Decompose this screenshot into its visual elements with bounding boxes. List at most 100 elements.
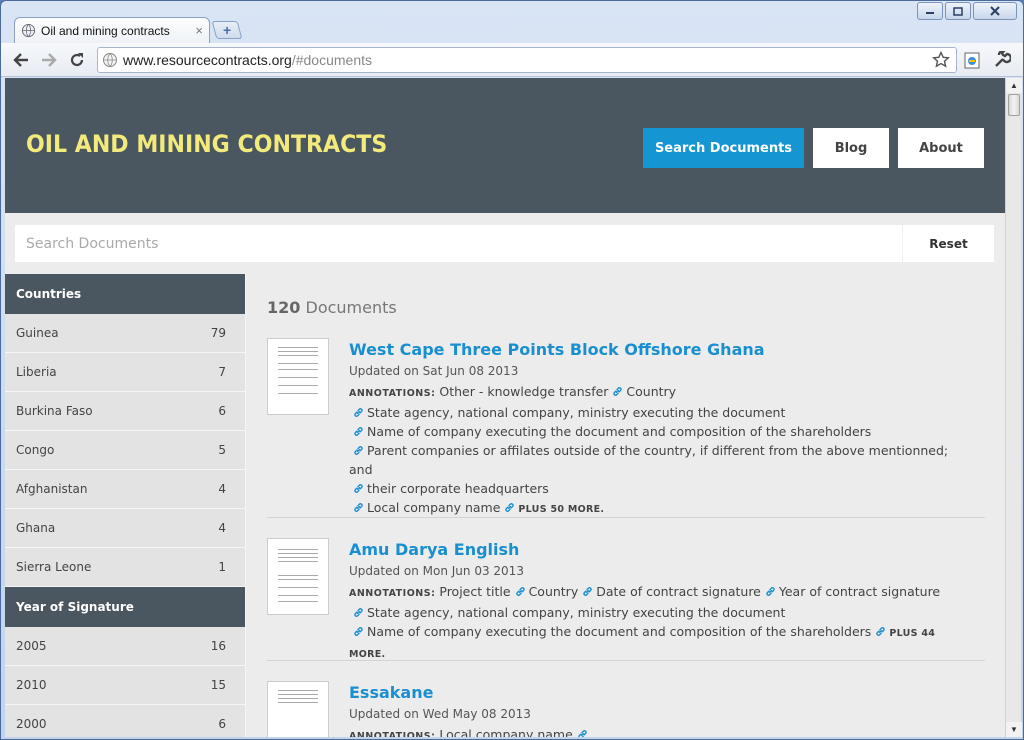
browser-tab[interactable]: Oil and mining contracts ×	[14, 17, 210, 43]
new-tab-button[interactable]: +	[211, 21, 243, 39]
scroll-down-icon[interactable]: ▼	[1006, 722, 1022, 737]
facet-count: 79	[210, 326, 226, 340]
document-count: 120 Documents	[267, 298, 397, 317]
annotation-text[interactable]: their corporate headquarters	[367, 481, 549, 496]
document-annotations: ANNOTATIONS: Local company name	[349, 725, 969, 737]
annotation-text[interactable]: Year of contract signature	[779, 584, 940, 599]
year-facet-item[interactable]: 2000 6	[5, 705, 245, 737]
facet-name: 2000	[16, 717, 47, 731]
tab-title: Oil and mining contracts	[41, 23, 170, 38]
annotation-text[interactable]: Parent companies or affilates outside of…	[349, 443, 948, 477]
wrench-icon	[995, 51, 1011, 67]
facet-count: 4	[218, 521, 226, 535]
country-facet-item[interactable]: Guinea 79	[5, 314, 245, 353]
link-icon[interactable]	[875, 626, 886, 637]
link-icon[interactable]	[353, 502, 364, 513]
annotation-text[interactable]: Name of company executing the document a…	[367, 624, 871, 639]
facet-count: 6	[218, 717, 226, 731]
document-thumbnail[interactable]	[267, 538, 329, 615]
plus-more-link[interactable]: PLUS 50 MORE.	[518, 504, 604, 515]
country-facet-item[interactable]: Afghanistan 4	[5, 470, 245, 509]
document-body: Essakane Updated on Wed May 08 2013 ANNOTA…	[349, 681, 969, 737]
link-icon[interactable]	[353, 626, 364, 637]
back-arrow-icon	[13, 53, 28, 67]
minimize-icon	[926, 12, 934, 14]
close-icon	[990, 6, 1000, 16]
annotation-text[interactable]: State agency, national company, ministry…	[367, 605, 785, 620]
title-bar: Oil and mining contracts × +	[1, 1, 1023, 43]
annotation-text[interactable]: Country	[626, 384, 676, 399]
globe-icon	[21, 23, 36, 38]
facet-sidebar: Countries Guinea 79 Liberia 7 Burkina Faso 6 C…	[5, 274, 245, 737]
facet-count: 1	[218, 560, 226, 574]
link-icon[interactable]	[353, 483, 364, 494]
link-icon[interactable]	[515, 586, 526, 597]
bookmark-star-icon[interactable]	[932, 51, 950, 69]
close-window-button[interactable]	[973, 2, 1017, 20]
document-thumbnail[interactable]	[267, 681, 329, 737]
year-facet-item[interactable]: 2005 16	[5, 627, 245, 666]
facet-count: 16	[210, 639, 226, 653]
document-count-label: Documents	[305, 298, 397, 317]
link-icon[interactable]	[353, 445, 364, 456]
address-bar[interactable]: www.resourcecontracts.org/#documents	[97, 47, 957, 73]
reload-icon	[70, 53, 84, 67]
document-title-link[interactable]: Essakane	[349, 682, 969, 704]
document-title-link[interactable]: Amu Darya English	[349, 539, 969, 561]
annotation-text[interactable]: Country	[529, 584, 579, 599]
minimize-button[interactable]	[917, 2, 943, 20]
site-title[interactable]: OIL AND MINING CONTRACTS	[26, 130, 387, 158]
link-icon[interactable]	[612, 386, 623, 397]
annotation-text[interactable]: Other - knowledge transfer	[439, 384, 608, 399]
link-icon[interactable]	[504, 502, 515, 513]
settings-button[interactable]	[991, 50, 1013, 70]
year-facet-item[interactable]: 2010 15	[5, 666, 245, 705]
link-icon[interactable]	[765, 586, 776, 597]
page-menu-button[interactable]	[961, 50, 983, 70]
annotation-text[interactable]: Project title	[439, 584, 510, 599]
reset-button[interactable]: Reset	[902, 225, 994, 262]
search-input[interactable]	[15, 225, 902, 262]
link-icon[interactable]	[353, 426, 364, 437]
annotation-text[interactable]: Local company name	[439, 727, 572, 737]
annotation-text[interactable]: Local company name	[367, 500, 500, 515]
reload-button[interactable]	[67, 50, 87, 70]
country-facet-item[interactable]: Sierra Leone 1	[5, 548, 245, 587]
browser-window: Oil and mining contracts × + www.resourc…	[0, 0, 1024, 740]
country-facet-item[interactable]: Burkina Faso 6	[5, 392, 245, 431]
document-annotations: ANNOTATIONS: Other - knowledge transfer Co…	[349, 382, 969, 519]
page-icon	[964, 52, 980, 69]
link-icon[interactable]	[577, 729, 588, 737]
scroll-thumb[interactable]	[1008, 94, 1020, 116]
document-title-link[interactable]: West Cape Three Points Block Offshore Gh…	[349, 339, 969, 361]
tab-close-icon[interactable]: ×	[195, 23, 203, 38]
forward-button[interactable]	[39, 50, 59, 70]
blog-button[interactable]: Blog	[813, 128, 889, 168]
about-button[interactable]: About	[898, 128, 984, 168]
country-facet-item[interactable]: Ghana 4	[5, 509, 245, 548]
facet-count: 4	[218, 482, 226, 496]
facet-count: 15	[210, 678, 226, 692]
annotation-text[interactable]: Date of contract signature	[596, 584, 761, 599]
link-icon[interactable]	[582, 586, 593, 597]
maximize-icon	[953, 6, 963, 16]
annotations-label: ANNOTATIONS:	[349, 731, 436, 737]
annotations-label: ANNOTATIONS:	[349, 388, 436, 399]
link-icon[interactable]	[353, 407, 364, 418]
link-icon[interactable]	[353, 607, 364, 618]
facet-count: 5	[218, 443, 226, 457]
country-facet-item[interactable]: Liberia 7	[5, 353, 245, 392]
scroll-up-icon[interactable]: ▲	[1006, 78, 1022, 93]
annotation-text[interactable]: State agency, national company, ministry…	[367, 405, 785, 420]
vertical-scrollbar[interactable]: ▲ ▼	[1005, 78, 1022, 737]
annotation-text[interactable]: Name of company executing the document a…	[367, 424, 871, 439]
document-separator	[267, 517, 985, 518]
document-thumbnail[interactable]	[267, 338, 329, 415]
search-documents-button[interactable]: Search Documents	[643, 128, 804, 168]
site-header: OIL AND MINING CONTRACTS Search Document…	[5, 78, 1005, 213]
back-button[interactable]	[11, 50, 31, 70]
maximize-button[interactable]	[945, 2, 971, 20]
facet-name: Burkina Faso	[16, 404, 93, 418]
country-facet-item[interactable]: Congo 5	[5, 431, 245, 470]
url-host: www.resourcecontracts.org	[123, 52, 292, 68]
